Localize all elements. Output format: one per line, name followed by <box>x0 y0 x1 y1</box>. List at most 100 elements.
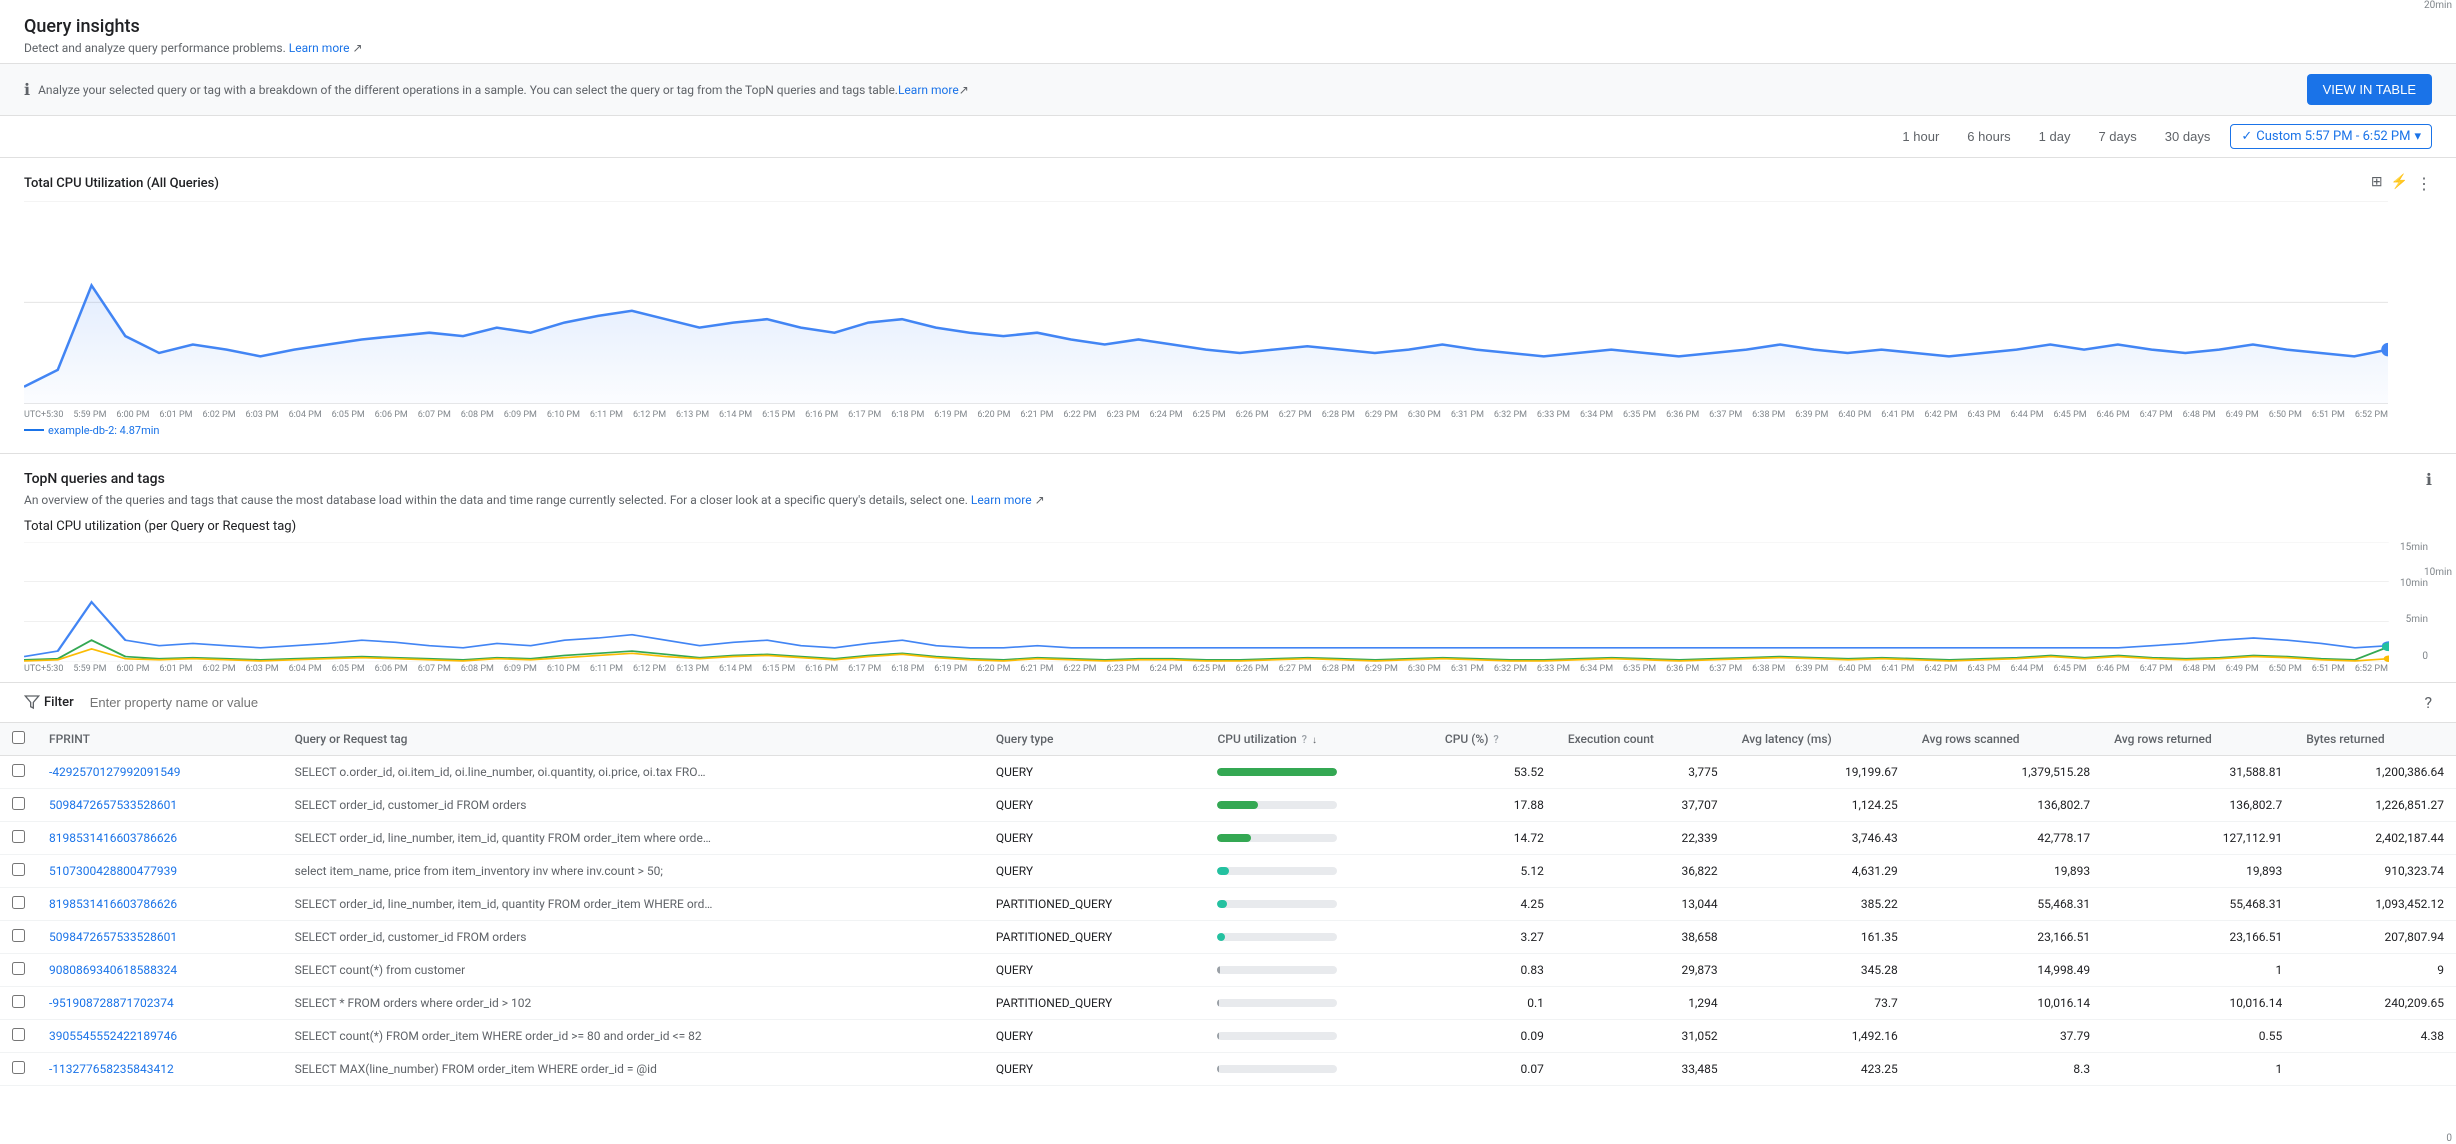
table-row[interactable]: -113277658235843412 SELECT MAX(line_numb… <box>0 1052 2456 1085</box>
time-btn-30days[interactable]: 30 days <box>2157 125 2219 148</box>
fprint-link-5[interactable]: 5098472657533528601 <box>49 930 177 944</box>
chart-options-icon[interactable]: ⚡ <box>2391 174 2408 193</box>
row-cpu-pct-3: 5.12 <box>1433 854 1556 887</box>
table-row[interactable]: 5098472657533528601 SELECT order_id, cus… <box>0 920 2456 953</box>
fprint-link-9[interactable]: -113277658235843412 <box>49 1062 174 1076</box>
th-cpu-util: CPU utilization ? ↓ <box>1205 723 1432 756</box>
cpu-bar-fill-4 <box>1217 900 1227 908</box>
filter-row: Filter ? <box>0 682 2456 723</box>
row-query-type-4: PARTITIONED_QUERY <box>984 887 1206 920</box>
table-row[interactable]: -4292570127992091549 SELECT o.order_id, … <box>0 755 2456 788</box>
row-checkbox-0[interactable] <box>12 764 25 777</box>
topn-learn-more-link[interactable]: Learn more <box>971 493 1032 507</box>
cpu-util-sort-icon[interactable]: ↓ <box>1312 735 1317 746</box>
topn-chart-canvas <box>24 542 2389 662</box>
fprint-link-8[interactable]: 3905545552422189746 <box>49 1029 177 1043</box>
fprint-link-4[interactable]: 8198531416603786626 <box>49 897 177 911</box>
row-checkbox-2[interactable] <box>12 830 25 843</box>
th-fprint: FPRINT <box>37 723 283 756</box>
table-row[interactable]: 9080869340618588324 SELECT count(*) from… <box>0 953 2456 986</box>
fprint-link-2[interactable]: 8198531416603786626 <box>49 831 177 845</box>
fprint-link-1[interactable]: 5098472657533528601 <box>49 798 177 812</box>
time-btn-1hour[interactable]: 1 hour <box>1894 125 1947 148</box>
custom-time-selector[interactable]: ✓ Custom 5:57 PM - 6:52 PM ▾ <box>2230 124 2432 149</box>
time-controls: 1 hour 6 hours 1 day 7 days 30 days ✓ Cu… <box>0 116 2456 158</box>
filter-label-text: Filter <box>44 695 74 710</box>
cpu-bar-fill-0 <box>1217 768 1337 776</box>
row-query-type-2: QUERY <box>984 821 1206 854</box>
row-checkbox-cell <box>0 821 37 854</box>
row-cpu-pct-9: 0.07 <box>1433 1052 1556 1085</box>
time-btn-6hours[interactable]: 6 hours <box>1959 125 2018 148</box>
row-query-type-3: QUERY <box>984 854 1206 887</box>
row-checkbox-6[interactable] <box>12 962 25 975</box>
fprint-link-7[interactable]: -951908728871702374 <box>49 996 174 1010</box>
view-in-table-button[interactable]: VIEW IN TABLE <box>2307 74 2432 105</box>
row-checkbox-4[interactable] <box>12 896 25 909</box>
cpu-util-help-icon[interactable]: ? <box>1302 733 1307 746</box>
table-row[interactable]: 8198531416603786626 SELECT order_id, lin… <box>0 821 2456 854</box>
row-avg-latency-5: 161.35 <box>1730 920 1910 953</box>
row-avg-rows-returned-6: 1 <box>2102 953 2294 986</box>
row-cpu-pct-4: 4.25 <box>1433 887 1556 920</box>
row-checkbox-7[interactable] <box>12 995 25 1008</box>
row-avg-latency-6: 345.28 <box>1730 953 1910 986</box>
row-avg-rows-returned-3: 19,893 <box>2102 854 2294 887</box>
cpu-pct-help-icon[interactable]: ? <box>1493 733 1498 746</box>
row-cpu-pct-0: 53.52 <box>1433 755 1556 788</box>
row-checkbox-cell <box>0 854 37 887</box>
row-fprint: 5098472657533528601 <box>37 788 283 821</box>
row-checkbox-3[interactable] <box>12 863 25 876</box>
row-checkbox-9[interactable] <box>12 1061 25 1074</box>
row-exec-count-2: 22,339 <box>1556 821 1730 854</box>
row-checkbox-cell <box>0 788 37 821</box>
th-avg-latency: Avg latency (ms) <box>1730 723 1910 756</box>
row-cpu-pct-7: 0.1 <box>1433 986 1556 1019</box>
query-text-5: SELECT order_id, customer_id FROM orders <box>295 930 715 944</box>
row-checkbox-5[interactable] <box>12 929 25 942</box>
th-query-tag: Query or Request tag <box>283 723 984 756</box>
cpu-bar-fill-9 <box>1217 1065 1218 1073</box>
row-checkbox-8[interactable] <box>12 1028 25 1041</box>
th-query-type: Query type <box>984 723 1206 756</box>
time-btn-1day[interactable]: 1 day <box>2031 125 2079 148</box>
total-cpu-y-axis: 20min 10min 0 <box>2416 0 2456 1144</box>
header: Query insights Detect and analyze query … <box>0 0 2456 64</box>
cpu-bar-fill-8 <box>1217 1032 1218 1040</box>
cpu-bar-fill-7 <box>1217 999 1218 1007</box>
row-exec-count-4: 13,044 <box>1556 887 1730 920</box>
row-avg-latency-7: 73.7 <box>1730 986 1910 1019</box>
table-row[interactable]: 5107300428800477939 select item_name, pr… <box>0 854 2456 887</box>
row-cpu-util-5 <box>1205 920 1432 953</box>
row-query-type-1: QUERY <box>984 788 1206 821</box>
table-row[interactable]: 3905545552422189746 SELECT count(*) FROM… <box>0 1019 2456 1052</box>
table-row[interactable]: 8198531416603786626 SELECT order_id, lin… <box>0 887 2456 920</box>
table-row[interactable]: -951908728871702374 SELECT * FROM orders… <box>0 986 2456 1019</box>
select-all-checkbox[interactable] <box>12 731 25 744</box>
table-row[interactable]: 5098472657533528601 SELECT order_id, cus… <box>0 788 2456 821</box>
cpu-per-query-chart-title: Total CPU utilization (per Query or Requ… <box>24 519 2432 534</box>
row-exec-count-0: 3,775 <box>1556 755 1730 788</box>
fprint-link-3[interactable]: 5107300428800477939 <box>49 864 177 878</box>
row-exec-count-1: 37,707 <box>1556 788 1730 821</box>
filter-input[interactable] <box>82 691 2417 714</box>
cpu-bar-fill-6 <box>1217 966 1219 974</box>
cpu-bar-container-2 <box>1217 834 1337 842</box>
fprint-link-6[interactable]: 9080869340618588324 <box>49 963 177 977</box>
time-btn-7days[interactable]: 7 days <box>2090 125 2144 148</box>
row-fprint: -951908728871702374 <box>37 986 283 1019</box>
row-cpu-util-4 <box>1205 887 1432 920</box>
filter-icon <box>24 694 40 710</box>
row-exec-count-3: 36,822 <box>1556 854 1730 887</box>
cpu-bar-fill-5 <box>1217 933 1224 941</box>
row-fprint: 5098472657533528601 <box>37 920 283 953</box>
query-text-9: SELECT MAX(line_number) FROM order_item … <box>295 1062 715 1076</box>
banner-learn-more-link[interactable]: Learn more <box>898 83 959 97</box>
fprint-link-0[interactable]: -4292570127992091549 <box>49 765 180 779</box>
row-avg-rows-scanned-0: 1,379,515.28 <box>1910 755 2102 788</box>
row-checkbox-cell <box>0 1052 37 1085</box>
expand-icon[interactable]: ⊞ <box>2371 174 2383 193</box>
row-query: SELECT count(*) from customer <box>283 953 984 986</box>
subtitle-learn-more-link[interactable]: Learn more <box>289 41 350 55</box>
row-checkbox-1[interactable] <box>12 797 25 810</box>
